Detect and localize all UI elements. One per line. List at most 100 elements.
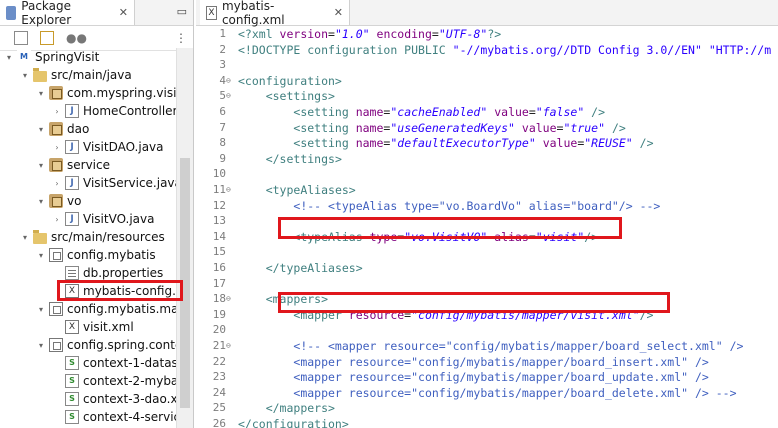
tree-item[interactable]: › J VisitService.java [52, 174, 182, 192]
code-line[interactable]: 5 ⊖ <settings> [196, 88, 778, 104]
link-editor-icon[interactable] [40, 31, 54, 45]
code-line[interactable]: 10 [196, 166, 778, 182]
tree-item[interactable]: Scontext-3-dao.xn [52, 390, 185, 408]
tab-label: Package Explorer [21, 0, 72, 27]
expand-toggle-icon[interactable]: ▾ [36, 89, 46, 98]
tree-item-label: config.spring.contex [67, 338, 190, 352]
focus-icon[interactable]: ●● [66, 31, 87, 45]
tree-item[interactable]: ▾ src/main/resources [20, 228, 165, 246]
tree-item[interactable]: ▾ config.mybatis [36, 246, 156, 264]
package-explorer-panel: Package Explorer ✕ ▭ ●● ⋮ ▾ M SpringVisit ▾… [0, 0, 194, 428]
fold-toggle-icon[interactable]: ⊖ [226, 291, 231, 307]
code-line[interactable]: 20 [196, 322, 778, 338]
tree-item[interactable]: Scontext-4-service [52, 408, 188, 426]
expand-toggle-icon[interactable]: ▾ [20, 71, 30, 80]
tab-mybatis-config[interactable]: X mybatis-config.xml ✕ [200, 0, 350, 27]
line-number: 11 [212, 183, 226, 196]
code-line[interactable]: 3 [196, 57, 778, 73]
code-line[interactable]: 6 <setting name="cacheEnabled" value="fa… [196, 104, 778, 120]
code-line[interactable]: 12 <!-- <typeAlias type="vo.BoardVo" ali… [196, 198, 778, 214]
tree-item[interactable]: Xvisit.xml [52, 318, 134, 336]
code-line[interactable]: 11 ⊖ <typeAliases> [196, 182, 778, 198]
code-line[interactable]: 16 </typeAliases> [196, 260, 778, 276]
code-line[interactable]: 23 <mapper resource="config/mybatis/mapp… [196, 369, 778, 385]
code-token: <configuration> [238, 73, 342, 88]
tree-item[interactable]: ▾ config.mybatis.mapp [36, 300, 193, 318]
code-token: "false" [535, 105, 585, 119]
code-line[interactable]: 7 <setting name="useGeneratedKeys" value… [196, 120, 778, 136]
tree-item[interactable]: ▾ dao [36, 120, 89, 138]
code-line[interactable]: 9 </settings> [196, 151, 778, 167]
minimize-icon[interactable]: ▭ [177, 5, 187, 18]
editor-panel: X mybatis-config.xml ✕ 1 <?xml version="1… [196, 0, 778, 428]
expand-toggle-icon[interactable]: ▾ [36, 197, 46, 206]
tab-package-explorer[interactable]: Package Explorer ✕ [0, 0, 135, 27]
line-number: 8 [219, 136, 226, 150]
code-token: encoding [376, 27, 432, 41]
code-line[interactable]: 25 </mappers> [196, 400, 778, 416]
expand-toggle-icon[interactable]: › [52, 143, 62, 152]
xml-file-icon: X [65, 320, 79, 334]
project-icon: M [17, 50, 31, 64]
tree-item[interactable]: ▾ vo [36, 192, 81, 210]
java-file-icon: J [65, 176, 79, 190]
tree-item[interactable]: Scontext-2-mybat [52, 372, 183, 390]
package-explorer-icon [6, 5, 17, 20]
expand-toggle-icon[interactable]: ▾ [36, 341, 46, 350]
fold-toggle-icon[interactable]: ⊖ [226, 88, 231, 104]
close-icon[interactable]: ✕ [119, 6, 128, 19]
code-line[interactable]: 21 ⊖ <!-- <mapper resource="config/mybati… [196, 338, 778, 354]
code-token: /> [605, 120, 626, 135]
close-icon[interactable]: ✕ [334, 6, 343, 19]
fold-toggle-icon[interactable]: ⊖ [226, 73, 231, 89]
collapse-all-icon[interactable] [14, 31, 28, 45]
expand-toggle-icon[interactable]: › [52, 179, 62, 188]
line-number: 1 [219, 27, 226, 40]
project-tree: ▾ M SpringVisit ▾ src/main/java ▾ com.myspring… [0, 48, 193, 428]
code-token: "true" [563, 120, 606, 135]
fold-toggle-icon[interactable]: ⊖ [226, 338, 231, 354]
tree-item[interactable]: ▾ config.spring.contex [36, 336, 189, 354]
expand-toggle-icon[interactable]: ▾ [4, 53, 14, 62]
code-token: value [542, 136, 578, 151]
code-line[interactable]: 1 <?xml version="1.0" encoding="UTF-8"?> [196, 26, 778, 42]
tree-item[interactable]: › J HomeController.j [52, 102, 184, 120]
expand-toggle-icon[interactable]: › [52, 107, 62, 116]
tree-item[interactable]: ▾ src/main/java [20, 66, 132, 84]
expand-toggle-icon[interactable]: ▾ [36, 251, 46, 260]
code-line[interactable]: 17 [196, 276, 778, 292]
tree-item[interactable]: ▾ com.myspring.visit [36, 84, 181, 102]
tree-item[interactable]: › J VisitVO.java [52, 210, 154, 228]
expand-toggle-icon[interactable]: ▾ [36, 161, 46, 170]
code-line[interactable]: 15 [196, 244, 778, 260]
tree-item[interactable]: ▾ service [36, 156, 110, 174]
code-line[interactable]: 4 ⊖ <configuration> [196, 73, 778, 89]
code-text: <?xml version="1.0" encoding="UTF-8"?> [238, 26, 501, 42]
view-menu-icon[interactable]: ⋮ [175, 31, 187, 45]
fold-toggle-icon[interactable]: ⊖ [226, 182, 231, 198]
tree-item[interactable]: Scontext-1-dataso [52, 354, 185, 372]
code-token: ?> [487, 27, 502, 41]
code-line[interactable]: 26 </configuration> [196, 416, 778, 428]
expand-toggle-icon[interactable]: ▾ [36, 305, 46, 314]
expand-toggle-icon[interactable]: ▾ [20, 233, 30, 242]
line-number: 22 [212, 354, 226, 368]
code-line[interactable]: 2 <!DOCTYPE configuration PUBLIC "-//myba… [196, 42, 778, 58]
code-token: value [521, 120, 557, 135]
code-token: version [279, 27, 329, 41]
xml-file-icon: X [206, 5, 217, 20]
tree-item[interactable]: › J VisitDAO.java [52, 138, 164, 156]
java-file-icon: J [65, 212, 79, 226]
tree-item-label: context-1-dataso [83, 356, 186, 370]
highlight-box-typealias [278, 217, 622, 239]
tree-item-label: com.myspring.visit [67, 86, 182, 100]
code-line[interactable]: 22 <mapper resource="config/mybatis/mapp… [196, 354, 778, 370]
code-line[interactable]: 24 <mapper resource="config/mybatis/mapp… [196, 385, 778, 401]
tree-item[interactable]: ▾ M SpringVisit [4, 48, 99, 66]
tree-scrollbar[interactable] [176, 48, 193, 428]
tree-item-label: HomeController.j [83, 104, 184, 118]
code-line[interactable]: 8 <setting name="defaultExecutorType" va… [196, 135, 778, 151]
expand-toggle-icon[interactable]: ▾ [36, 125, 46, 134]
expand-toggle-icon[interactable]: › [52, 215, 62, 224]
